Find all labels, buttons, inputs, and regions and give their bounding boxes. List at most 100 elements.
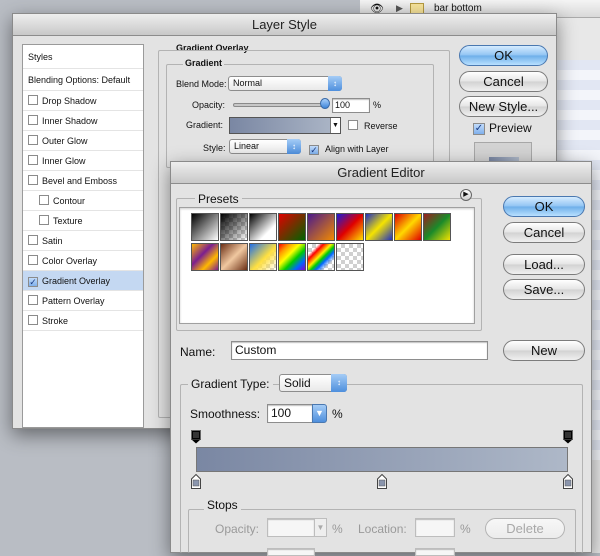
location-unit: % [460, 522, 471, 536]
styles-header[interactable]: Styles [23, 45, 143, 69]
location-input[interactable] [415, 518, 455, 537]
checkbox-icon [348, 120, 358, 130]
style-label: Style: [203, 143, 226, 153]
reverse-checkbox[interactable] [348, 120, 362, 132]
style-item-label: Bevel and Emboss [42, 176, 118, 186]
style-item-label: Contour [53, 196, 86, 206]
stop-opacity-input[interactable] [267, 518, 315, 537]
preset-swatch[interactable] [336, 243, 364, 271]
preset-swatch[interactable] [191, 243, 219, 271]
blending-options-item[interactable]: Blending Options: Default [23, 69, 143, 91]
smoothness-input[interactable]: 100 [267, 404, 313, 423]
name-input[interactable]: Custom [231, 341, 488, 360]
layer-style-ok-button[interactable]: OK [459, 45, 548, 66]
dropdown-arrow-icon[interactable]: ▼ [330, 118, 340, 133]
opacity-slider-track[interactable] [233, 103, 325, 107]
checkbox-icon[interactable] [28, 235, 38, 245]
gradient-type-value: Solid [284, 376, 311, 390]
stop-opacity-dropdown-icon[interactable]: ▼ [314, 518, 327, 537]
stop-opacity-label: Opacity: [215, 522, 260, 536]
updown-arrows-icon: ↕ [328, 76, 342, 91]
checkmark-icon[interactable]: ✓ [28, 277, 38, 287]
checkbox-icon[interactable] [28, 155, 38, 165]
stop-location-input[interactable] [415, 548, 455, 556]
style-item[interactable]: ✓ Gradient Overlay [23, 271, 143, 291]
checkbox-icon[interactable] [28, 255, 38, 265]
preset-swatch[interactable] [394, 213, 422, 241]
opacity-label: Opacity: [192, 100, 226, 110]
location-label: Location: [358, 522, 407, 536]
checkbox-icon[interactable] [28, 135, 38, 145]
opacity-stop-icon[interactable] [563, 430, 573, 444]
preset-swatch[interactable] [278, 213, 306, 241]
style-item[interactable]: Drop Shadow [23, 91, 143, 111]
style-item[interactable]: Satin [23, 231, 143, 251]
preset-swatch[interactable] [249, 213, 277, 241]
smoothness-dropdown-icon[interactable]: ▼ [312, 404, 327, 423]
gradient-label: Gradient: [186, 120, 224, 130]
load-button[interactable]: Load... [503, 254, 585, 275]
preset-swatch[interactable] [307, 213, 335, 241]
opacity-stop-icon[interactable] [191, 430, 201, 444]
delete-button[interactable]: Delete [485, 518, 565, 539]
style-select[interactable]: Linear ↕ [229, 139, 301, 154]
preset-swatch[interactable] [423, 213, 451, 241]
style-item-label: Gradient Overlay [42, 276, 111, 286]
updown-arrows-icon: ↕ [331, 374, 347, 392]
preset-swatch[interactable] [249, 243, 277, 271]
style-item-label: Color Overlay [42, 256, 98, 266]
gradient-type-select[interactable]: Solid ↕ [279, 374, 347, 392]
checkbox-icon[interactable] [28, 175, 38, 185]
color-stop-icon[interactable] [563, 473, 573, 489]
save-button[interactable]: Save... [503, 279, 585, 300]
style-item[interactable]: Inner Glow [23, 151, 143, 171]
style-item-label: Pattern Overlay [42, 296, 105, 306]
checkbox-icon[interactable] [39, 195, 49, 205]
style-item-label: Satin [42, 236, 63, 246]
preset-swatch[interactable] [307, 243, 335, 271]
layer-style-cancel-button[interactable]: Cancel [459, 71, 548, 92]
presets-menu-icon[interactable]: ▶ [460, 189, 472, 201]
style-item[interactable]: Outer Glow [23, 131, 143, 151]
checkbox-icon[interactable] [28, 115, 38, 125]
gradient-type-label: Gradient Type: [188, 377, 273, 391]
smoothness-label: Smoothness: [190, 407, 261, 421]
style-item[interactable]: Bevel and Emboss [23, 171, 143, 191]
preset-swatch[interactable] [220, 213, 248, 241]
checkbox-icon[interactable] [28, 95, 38, 105]
editor-ok-button[interactable]: OK [503, 196, 585, 217]
checkbox-icon[interactable] [39, 215, 49, 225]
style-item[interactable]: Inner Shadow [23, 111, 143, 131]
gradient-bar[interactable] [196, 447, 568, 472]
checkbox-icon[interactable] [28, 315, 38, 325]
checkmark-icon: ✓ [309, 145, 319, 155]
color-stop-icon[interactable] [377, 473, 387, 489]
checkbox-icon[interactable] [28, 295, 38, 305]
style-item[interactable]: Contour [23, 191, 143, 211]
style-item[interactable]: Color Overlay [23, 251, 143, 271]
blend-mode-select[interactable]: Normal ↕ [228, 76, 342, 91]
preset-swatch[interactable] [365, 213, 393, 241]
gradient-editor-titlebar: Gradient Editor [171, 162, 591, 184]
style-item[interactable]: Stroke [23, 311, 143, 331]
align-checkbox[interactable]: ✓ [309, 143, 323, 155]
opacity-unit: % [373, 100, 382, 110]
stop-color-input[interactable] [267, 548, 315, 556]
new-button[interactable]: New [503, 340, 585, 361]
new-style-button[interactable]: New Style... [459, 96, 548, 117]
blend-mode-value: Normal [233, 78, 263, 88]
preset-swatch[interactable] [191, 213, 219, 241]
style-item[interactable]: Pattern Overlay [23, 291, 143, 311]
gradient-swatch[interactable]: ▼ [229, 117, 341, 134]
preset-swatch[interactable] [220, 243, 248, 271]
opacity-input[interactable]: 100 [332, 98, 370, 113]
opacity-slider-knob[interactable] [320, 98, 330, 109]
color-stop-icon[interactable] [191, 473, 201, 489]
style-item[interactable]: Texture [23, 211, 143, 231]
editor-cancel-button[interactable]: Cancel [503, 222, 585, 243]
style-item-label: Inner Shadow [42, 116, 98, 126]
style-item-label: Texture [53, 216, 83, 226]
preset-swatch[interactable] [278, 243, 306, 271]
preset-swatch[interactable] [336, 213, 364, 241]
preview-checkbox[interactable]: ✓ [473, 121, 489, 135]
